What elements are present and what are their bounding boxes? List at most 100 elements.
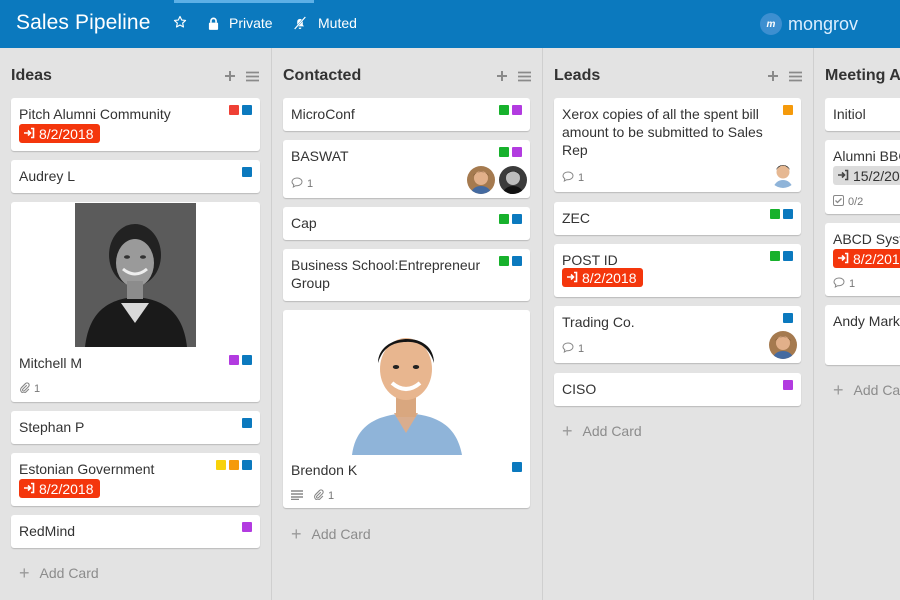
card[interactable]: POST ID 8/2/2018	[554, 244, 801, 297]
label-blue	[242, 167, 252, 177]
card[interactable]: Andy Mark	[825, 305, 900, 365]
card-title-line: amount to be submitted to Sales	[562, 124, 763, 140]
sign-in-icon	[837, 251, 849, 267]
comment-icon	[562, 342, 574, 356]
card-labels	[783, 380, 793, 390]
card[interactable]: Alumni BBC 15/2/20 0/2	[825, 140, 900, 214]
add-icon[interactable]	[496, 69, 508, 87]
card-labels	[770, 251, 793, 261]
card[interactable]: Estonian Government 8/2/2018	[11, 453, 260, 506]
card-title: Xerox copies of all the spent bill amoun…	[562, 105, 763, 159]
due-date: 8/2/2018	[39, 480, 94, 497]
add-card-label: Add Card	[582, 423, 642, 439]
avatar[interactable]	[499, 166, 527, 194]
card-title-line: Rep	[562, 142, 588, 158]
card-title: Andy Mark	[833, 313, 900, 329]
board-title[interactable]: Sales Pipeline	[16, 11, 151, 35]
card[interactable]: Trading Co. 1	[554, 306, 801, 363]
label-green	[499, 147, 509, 157]
comment-count-value: 1	[849, 278, 856, 290]
list-ideas: Ideas Pitch Alumni Community 8/2/2018 Au…	[11, 48, 261, 600]
card-title: Stephan P	[19, 419, 85, 435]
card-title: Initiol	[833, 106, 866, 122]
sign-in-icon	[23, 481, 35, 497]
menu-icon[interactable]	[246, 69, 259, 87]
card[interactable]: Stephan P	[11, 411, 260, 444]
privacy-button[interactable]: Private	[208, 15, 273, 31]
mute-button[interactable]: Muted	[292, 15, 357, 31]
card-labels	[242, 418, 252, 428]
menu-icon[interactable]	[789, 69, 802, 87]
list-actions	[224, 69, 259, 87]
add-card-button[interactable]: + Add Card	[19, 564, 99, 582]
card-title: Estonian Government	[19, 461, 155, 477]
card[interactable]: Mitchell M 1	[11, 202, 260, 402]
add-card-button[interactable]: + Add Card	[562, 422, 642, 440]
due-badge: 8/2/201	[833, 249, 900, 268]
card-title: POST ID	[562, 252, 618, 268]
add-icon[interactable]	[767, 69, 779, 87]
card[interactable]: CISO	[554, 373, 801, 406]
card-title: RedMind	[19, 523, 76, 539]
label-orange	[783, 105, 793, 115]
card-title: Brendon K	[291, 462, 358, 478]
list-title: Contacted	[283, 67, 362, 84]
card-title: Audrey L	[19, 168, 76, 184]
comment-count: 1	[562, 342, 584, 356]
comment-icon	[833, 277, 845, 291]
card[interactable]: Audrey L	[11, 160, 260, 193]
comment-count: 1	[562, 171, 584, 185]
comment-count-value: 1	[578, 172, 585, 184]
card[interactable]: ABCD Syst 8/2/201 1	[825, 223, 900, 296]
card-title: MicroConf	[291, 106, 355, 122]
avatar[interactable]	[769, 331, 797, 359]
header-accent-line	[174, 0, 314, 3]
card-title: Cap	[291, 215, 317, 231]
card[interactable]: Initiol	[825, 98, 900, 131]
add-icon[interactable]	[224, 69, 236, 87]
list-divider	[813, 48, 814, 600]
card-meta: 1	[291, 177, 313, 191]
privacy-label: Private	[229, 15, 273, 31]
card[interactable]: Brendon K 1	[283, 310, 530, 508]
card[interactable]: Xerox copies of all the spent bill amoun…	[554, 98, 801, 192]
card[interactable]: MicroConf	[283, 98, 530, 131]
due-date: 8/2/201	[853, 250, 900, 267]
card[interactable]: Cap	[283, 207, 530, 240]
avatar[interactable]	[467, 166, 495, 194]
card-labels	[770, 209, 793, 219]
label-green	[770, 209, 780, 219]
card[interactable]: ZEC	[554, 202, 801, 235]
list-title: Meeting A	[825, 67, 900, 84]
plus-icon: +	[833, 380, 844, 400]
card[interactable]: Pitch Alumni Community 8/2/2018	[11, 98, 260, 151]
card-title: Trading Co.	[562, 314, 635, 330]
sign-in-icon	[566, 270, 578, 286]
card-meta: 1	[19, 382, 40, 396]
brand-mark: m	[760, 13, 782, 35]
comment-count-value: 1	[307, 178, 314, 190]
card-labels	[499, 256, 522, 266]
avatar[interactable]	[769, 160, 797, 188]
card-labels	[499, 147, 522, 157]
card-labels	[242, 522, 252, 532]
card[interactable]: BASWAT 1	[283, 140, 530, 198]
label-green	[499, 214, 509, 224]
list-title: Ideas	[11, 67, 52, 84]
board-header: Sales Pipeline Private Muted m mongrov	[0, 0, 900, 48]
attachment-count-value: 1	[328, 490, 335, 502]
card[interactable]: Business School:Entrepreneur Group	[283, 249, 530, 301]
card-labels	[499, 105, 522, 115]
star-button[interactable]	[173, 15, 187, 29]
brand-logo[interactable]: m mongrov	[760, 13, 858, 35]
add-card-button[interactable]: + Add Card	[833, 381, 900, 399]
add-card-button[interactable]: + Add Card	[291, 525, 371, 543]
muted-bell-icon	[292, 15, 308, 31]
list-actions	[496, 69, 531, 87]
menu-icon[interactable]	[518, 69, 531, 87]
card-title-line: Xerox copies of all the spent bill	[562, 106, 759, 122]
label-orange	[229, 460, 239, 470]
card[interactable]: RedMind	[11, 515, 260, 548]
sign-in-icon	[23, 126, 35, 142]
list-divider	[271, 48, 272, 600]
